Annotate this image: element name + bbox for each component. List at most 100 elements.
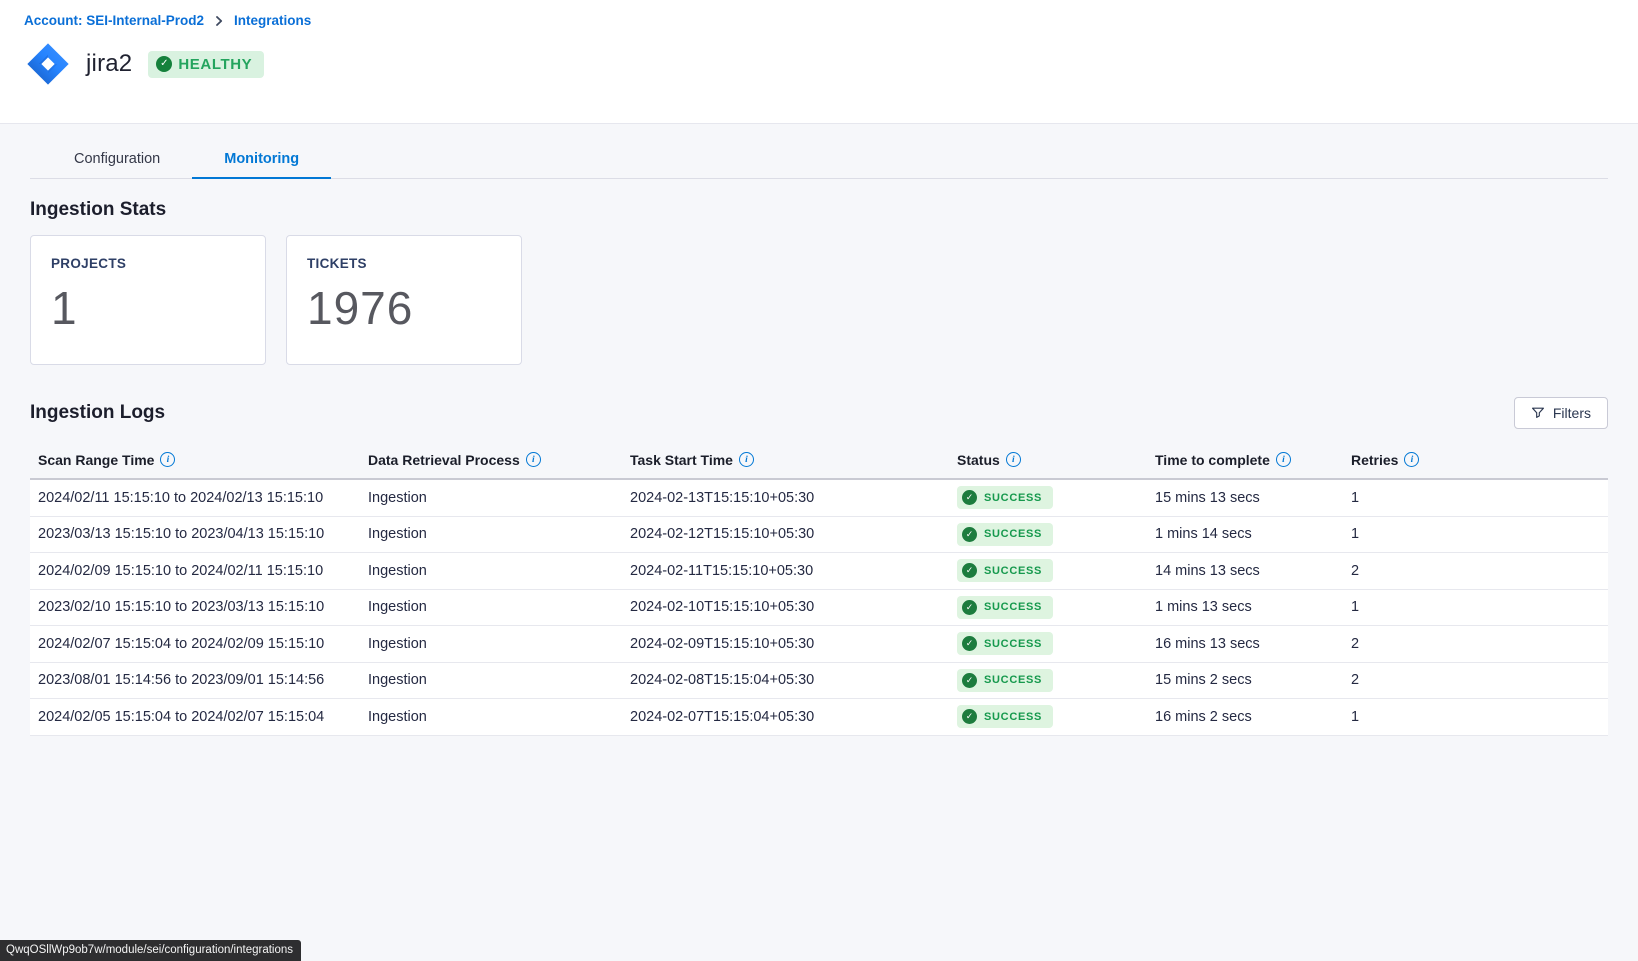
task-start-cell: 2024-02-08T15:15:04+05:30 (630, 672, 957, 688)
task-start-cell: 2024-02-09T15:15:10+05:30 (630, 636, 957, 652)
ingestion-logs-title: Ingestion Logs (30, 402, 165, 424)
tab-bar: Configuration Monitoring (30, 142, 1608, 179)
check-circle-icon: ✓ (962, 673, 977, 688)
filters-button[interactable]: Filters (1514, 397, 1608, 429)
table-header-row: Scan Range Timei Data Retrieval Processi… (30, 441, 1608, 478)
breadcrumb-account-link[interactable]: Account: SEI-Internal-Prod2 (24, 13, 204, 28)
table-row[interactable]: 2024/02/11 15:15:10 to 2024/02/13 15:15:… (30, 480, 1608, 517)
table-row[interactable]: 2024/02/05 15:15:04 to 2024/02/07 15:15:… (30, 699, 1608, 736)
status-badge: ✓ SUCCESS (957, 559, 1053, 582)
process-cell: Ingestion (368, 490, 630, 506)
scan-range-cell: 2024/02/07 15:15:04 to 2024/02/09 15:15:… (38, 636, 368, 652)
stat-card-projects: PROJECTS 1 (30, 235, 266, 365)
check-circle-icon: ✓ (962, 490, 977, 505)
retries-cell: 1 (1351, 599, 1608, 615)
status-badge: ✓ SUCCESS (957, 669, 1053, 692)
status-cell: ✓ SUCCESS (957, 486, 1155, 509)
table-row[interactable]: 2024/02/09 15:15:10 to 2024/02/11 15:15:… (30, 553, 1608, 590)
table-row[interactable]: 2023/02/10 15:15:10 to 2023/03/13 15:15:… (30, 590, 1608, 627)
scan-range-cell: 2023/02/10 15:15:10 to 2023/03/13 15:15:… (38, 599, 368, 615)
status-cell: ✓ SUCCESS (957, 559, 1155, 582)
check-circle-icon: ✓ (962, 636, 977, 651)
retries-cell: 1 (1351, 526, 1608, 542)
table-row[interactable]: 2024/02/07 15:15:04 to 2024/02/09 15:15:… (30, 626, 1608, 663)
status-cell: ✓ SUCCESS (957, 632, 1155, 655)
stat-card-tickets: TICKETS 1976 (286, 235, 522, 365)
status-badge: ✓ SUCCESS (957, 632, 1053, 655)
scan-range-cell: 2024/02/09 15:15:10 to 2024/02/11 15:15:… (38, 563, 368, 579)
col-retries: Retries (1351, 452, 1398, 468)
status-cell: ✓ SUCCESS (957, 669, 1155, 692)
process-cell: Ingestion (368, 672, 630, 688)
filters-button-label: Filters (1553, 405, 1591, 421)
task-start-cell: 2024-02-12T15:15:10+05:30 (630, 526, 957, 542)
integration-title-row: jira2 ✓ HEALTHY (24, 40, 1614, 88)
scan-range-cell: 2023/03/13 15:15:10 to 2023/04/13 15:15:… (38, 526, 368, 542)
table-row[interactable]: 2023/03/13 15:15:10 to 2023/04/13 15:15:… (30, 517, 1608, 554)
status-label: SUCCESS (984, 601, 1042, 613)
tab-monitoring[interactable]: Monitoring (192, 142, 331, 178)
check-circle-icon: ✓ (156, 56, 172, 72)
info-icon[interactable]: i (160, 452, 175, 467)
status-label: SUCCESS (984, 528, 1042, 540)
check-circle-icon: ✓ (962, 527, 977, 542)
time-to-complete-cell: 14 mins 13 secs (1155, 563, 1351, 579)
filter-funnel-icon (1531, 406, 1545, 420)
retries-cell: 2 (1351, 672, 1608, 688)
jira-logo-icon (24, 40, 72, 88)
scan-range-cell: 2024/02/05 15:15:04 to 2024/02/07 15:15:… (38, 709, 368, 725)
health-status-badge: ✓ HEALTHY (148, 51, 264, 78)
retries-cell: 1 (1351, 709, 1608, 725)
table-row[interactable]: 2023/08/01 15:14:56 to 2023/09/01 15:14:… (30, 663, 1608, 700)
task-start-cell: 2024-02-13T15:15:10+05:30 (630, 490, 957, 506)
page-header: Account: SEI-Internal-Prod2 Integrations (0, 0, 1638, 124)
check-circle-icon: ✓ (962, 709, 977, 724)
check-circle-icon: ✓ (962, 600, 977, 615)
info-icon[interactable]: i (739, 452, 754, 467)
main-content: Configuration Monitoring Ingestion Stats… (0, 124, 1638, 736)
ingestion-logs-header: Ingestion Logs Filters (30, 397, 1608, 429)
time-to-complete-cell: 16 mins 13 secs (1155, 636, 1351, 652)
time-to-complete-cell: 1 mins 14 secs (1155, 526, 1351, 542)
task-start-cell: 2024-02-11T15:15:10+05:30 (630, 563, 957, 579)
stat-label: PROJECTS (51, 256, 245, 271)
status-cell: ✓ SUCCESS (957, 596, 1155, 619)
table-body: 2024/02/11 15:15:10 to 2024/02/13 15:15:… (30, 480, 1608, 736)
ingestion-stats-cards: PROJECTS 1 TICKETS 1976 (30, 235, 1608, 365)
stat-value: 1 (51, 281, 245, 335)
breadcrumb: Account: SEI-Internal-Prod2 Integrations (24, 13, 1614, 28)
status-label: SUCCESS (984, 492, 1042, 504)
task-start-cell: 2024-02-10T15:15:10+05:30 (630, 599, 957, 615)
integration-name: jira2 (86, 50, 132, 78)
check-circle-icon: ✓ (962, 563, 977, 578)
time-to-complete-cell: 1 mins 13 secs (1155, 599, 1351, 615)
retries-cell: 2 (1351, 636, 1608, 652)
process-cell: Ingestion (368, 636, 630, 652)
stat-value: 1976 (307, 281, 501, 335)
status-badge: ✓ SUCCESS (957, 596, 1053, 619)
breadcrumb-integrations-link[interactable]: Integrations (234, 13, 311, 28)
status-cell: ✓ SUCCESS (957, 523, 1155, 546)
retries-cell: 2 (1351, 563, 1608, 579)
info-icon[interactable]: i (1276, 452, 1291, 467)
status-badge: ✓ SUCCESS (957, 705, 1053, 728)
retries-cell: 1 (1351, 490, 1608, 506)
status-label: SUCCESS (984, 638, 1042, 650)
tab-configuration[interactable]: Configuration (42, 142, 192, 178)
process-cell: Ingestion (368, 563, 630, 579)
info-icon[interactable]: i (1404, 452, 1419, 467)
time-to-complete-cell: 16 mins 2 secs (1155, 709, 1351, 725)
time-to-complete-cell: 15 mins 13 secs (1155, 490, 1351, 506)
breadcrumb-chevron-icon (214, 16, 224, 26)
scan-range-cell: 2024/02/11 15:15:10 to 2024/02/13 15:15:… (38, 490, 368, 506)
link-preview-tooltip: QwqOSllWp9ob7w/module/sei/configuration/… (0, 940, 301, 961)
status-cell: ✓ SUCCESS (957, 705, 1155, 728)
status-badge: ✓ SUCCESS (957, 486, 1053, 509)
info-icon[interactable]: i (1006, 452, 1021, 467)
scan-range-cell: 2023/08/01 15:14:56 to 2023/09/01 15:14:… (38, 672, 368, 688)
info-icon[interactable]: i (526, 452, 541, 467)
status-label: SUCCESS (984, 674, 1042, 686)
process-cell: Ingestion (368, 599, 630, 615)
col-status: Status (957, 452, 1000, 468)
process-cell: Ingestion (368, 709, 630, 725)
